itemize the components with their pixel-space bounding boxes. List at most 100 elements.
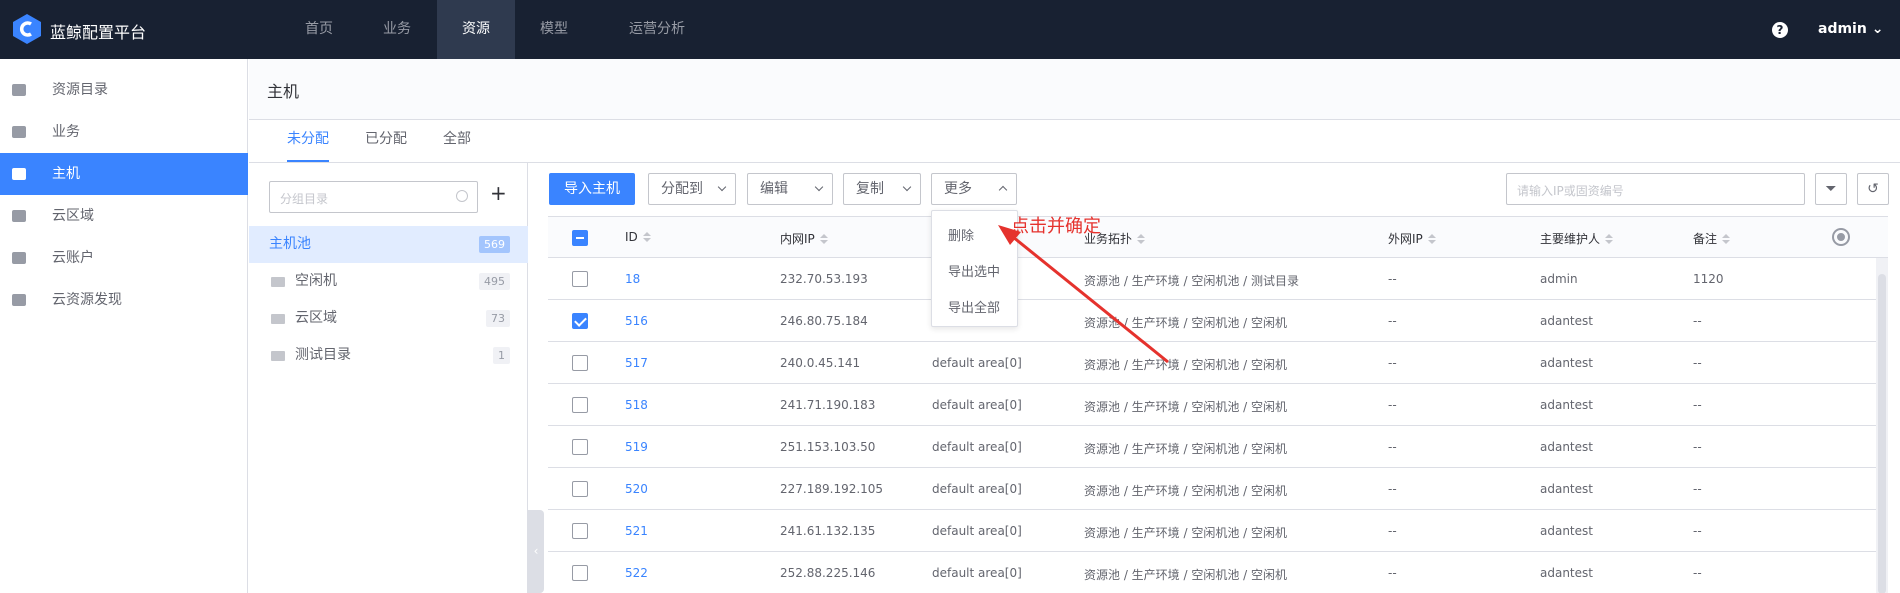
menu-item-export-all[interactable]: 导出全部 [948,297,1000,316]
sidebar-item-cloud-area[interactable]: 云区域 [0,195,248,237]
sidebar-item-host[interactable]: 主机 [0,153,248,195]
table-row[interactable]: 522 252.88.225.146 default area[0] 资源池 / 生产… [548,552,1888,593]
row-checkbox[interactable] [572,439,588,455]
help-icon[interactable]: ? [1772,22,1788,38]
directory-item-idle[interactable]: 空闲机 495 [249,263,528,300]
directory-item-name: 主机池 [269,236,311,252]
nav-home[interactable]: 首页 [280,0,358,59]
scroll-thumb[interactable] [1878,274,1886,593]
more-dropdown: 删除 导出选中 导出全部 [931,210,1018,327]
cell-id[interactable]: 521 [625,524,648,538]
tab-assigned[interactable]: 已分配 [365,128,407,162]
sidebar-item-label: 云账户 [52,250,94,266]
cell-topology: 资源池 / 生产环境 / 空闲机池 / 空闲机 [1084,484,1288,498]
cell-note: -- [1693,356,1702,370]
row-checkbox[interactable] [572,565,588,581]
cell-note: -- [1693,314,1702,328]
cell-topology: 资源池 / 生产环境 / 空闲机池 / 空闲机 [1084,568,1288,582]
cell-cloud-area: default area[0] [932,398,1022,412]
user-menu[interactable]: admin ⌄ [1818,21,1883,37]
directory-item-count: 495 [479,273,510,290]
table-row[interactable]: 516 246.80.75.184 资源池 / 生产环境 / 空闲机池 / 空闲机 -… [548,300,1888,342]
sidebar-item-cloud-account[interactable]: 云账户 [0,237,248,279]
page-title: 主机 [267,82,300,101]
cell-outer-ip: -- [1388,272,1397,286]
row-checkbox[interactable] [572,481,588,497]
sidebar-item-cloud-discovery[interactable]: 云资源发现 [0,279,248,321]
add-directory-button[interactable]: + [490,181,507,205]
cell-inner-ip: 232.70.53.193 [780,272,868,286]
cell-inner-ip: 246.80.75.184 [780,314,868,328]
assign-to-button[interactable]: 分配到 [648,173,736,205]
cell-id[interactable]: 516 [625,314,648,328]
history-button[interactable]: ↺ [1857,173,1889,205]
nav-analytics[interactable]: 运营分析 [604,0,710,59]
column-note[interactable]: 备注 [1693,230,1731,247]
edit-button[interactable]: 编辑 [747,173,833,205]
sidebar-item-label: 云资源发现 [52,292,122,308]
ip-search-placeholder: 请输入IP或固资编号 [1517,184,1624,198]
column-owner[interactable]: 主要维护人 [1540,230,1614,247]
row-checkbox[interactable] [572,523,588,539]
table-row[interactable]: 519 251.153.103.50 default area[0] 资源池 / 生产… [548,426,1888,468]
cell-cloud-area: default area[0] [932,482,1022,496]
nav-model[interactable]: 模型 [515,0,593,59]
column-id[interactable]: ID [625,230,651,244]
cell-id[interactable]: 522 [625,566,648,580]
directory-panel: 分组目录 + 主机池 569 空闲机 495 云区域 73 测试目录 1 [249,163,528,593]
column-note-label: 备注 [1693,232,1718,246]
directory-search-input[interactable]: 分组目录 [269,181,478,213]
cloud-account-icon [12,252,26,264]
sidebar-item-catalog[interactable]: 资源目录 [0,69,248,111]
ip-search-input[interactable]: 请输入IP或固资编号 [1506,173,1805,205]
table-row[interactable]: 521 241.61.132.135 default area[0] 资源池 / 生产… [548,510,1888,552]
cell-cloud-area: default area[0] [932,524,1022,538]
column-outer-ip[interactable]: 外网IP [1388,230,1436,247]
cell-id[interactable]: 518 [625,398,648,412]
cell-id[interactable]: 18 [625,272,640,286]
row-checkbox[interactable] [572,313,588,329]
cell-id[interactable]: 517 [625,356,648,370]
cell-owner: adantest [1540,440,1593,454]
nav-resource[interactable]: 资源 [437,0,515,59]
sidebar-item-label: 云区域 [52,208,94,224]
directory-item-pool[interactable]: 主机池 569 [249,226,528,263]
row-checkbox[interactable] [572,271,588,287]
select-all-checkbox[interactable] [572,230,588,246]
directory-item-test[interactable]: 测试目录 1 [249,337,528,374]
tab-all[interactable]: 全部 [443,128,471,162]
nav-business[interactable]: 业务 [358,0,436,59]
cloud-discovery-icon [12,294,26,306]
table-row[interactable]: 518 241.71.190.183 default area[0] 资源池 / 生产… [548,384,1888,426]
menu-item-export-selected[interactable]: 导出选中 [948,261,1000,280]
cell-note: -- [1693,566,1702,580]
filter-button[interactable]: ⏷ [1815,173,1847,205]
edit-label: 编辑 [760,181,788,197]
cell-owner: adantest [1540,314,1593,328]
table-scrollbar[interactable] [1876,258,1888,593]
cell-inner-ip: 240.0.45.141 [780,356,861,370]
row-checkbox[interactable] [572,397,588,413]
more-button[interactable]: 更多 [931,173,1017,205]
folder-icon [271,351,285,361]
copy-button[interactable]: 复制 [843,173,921,205]
directory-item-cloud-area[interactable]: 云区域 73 [249,300,528,337]
menu-item-delete[interactable]: 删除 [948,225,974,244]
cell-topology: 资源池 / 生产环境 / 空闲机池 / 测试目录 [1084,274,1300,288]
column-inner-ip[interactable]: 内网IP [780,230,828,247]
cell-owner: adantest [1540,398,1593,412]
gear-icon[interactable] [1834,230,1848,244]
table-row[interactable]: 520 227.189.192.105 default area[0] 资源池 / 生… [548,468,1888,510]
import-host-button[interactable]: 导入主机 [549,173,635,205]
row-checkbox[interactable] [572,355,588,371]
cell-note: 1120 [1693,272,1724,286]
cell-id[interactable]: 520 [625,482,648,496]
cell-note: -- [1693,482,1702,496]
table-row[interactable]: 18 232.70.53.193 资源池 / 生产环境 / 空闲机池 / 测试目录 -… [548,258,1888,300]
tab-unassigned[interactable]: 未分配 [287,128,329,162]
cell-id[interactable]: 519 [625,440,648,454]
sidebar-item-business[interactable]: 业务 [0,111,248,153]
collapse-panel-button[interactable]: ‹ [528,510,544,593]
table-row[interactable]: 517 240.0.45.141 default area[0] 资源池 / 生产环境… [548,342,1888,384]
top-nav: 蓝鲸配置平台 首页 业务 资源 模型 运营分析 ? admin ⌄ [0,0,1900,59]
